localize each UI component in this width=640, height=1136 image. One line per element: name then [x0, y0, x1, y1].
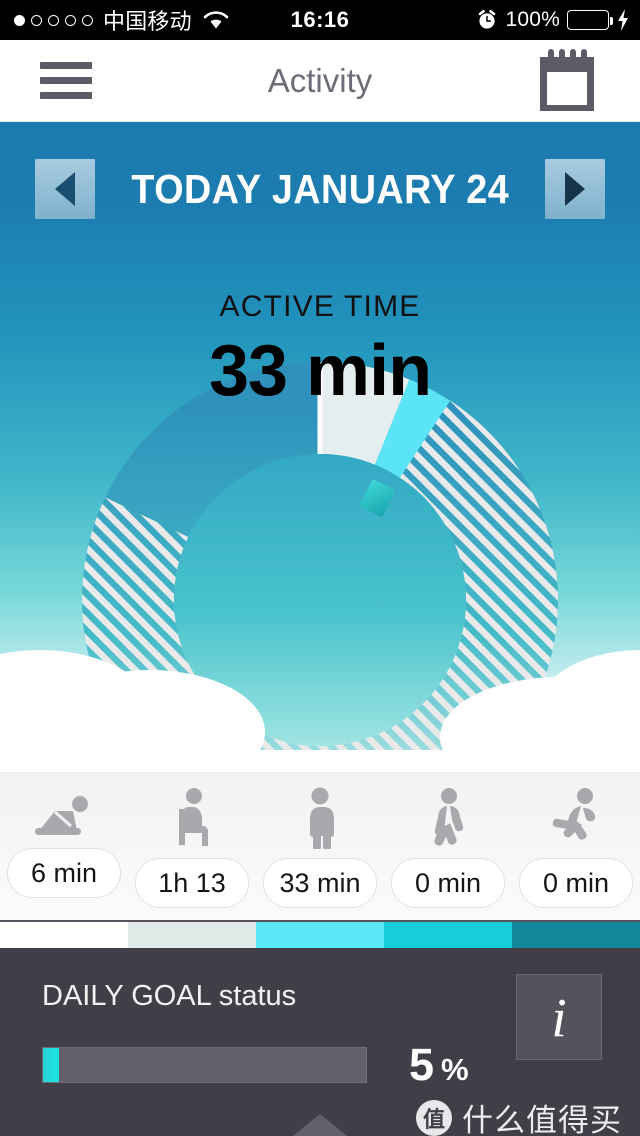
activity-item-running[interactable]: 0 min — [512, 787, 640, 908]
daily-goal-progress-bar — [42, 1047, 367, 1083]
activity-item-sitting[interactable]: 1h 13 — [128, 787, 256, 908]
legend-swatch-4 — [384, 922, 512, 948]
date-navigation-bar: TODAY JANUARY 24 — [0, 122, 640, 219]
cloud-decoration — [0, 650, 640, 772]
intensity-legend-bar — [0, 920, 640, 948]
watermark-text: 什么值得买 — [462, 1103, 622, 1136]
activity-value-running[interactable]: 0 min — [519, 858, 633, 908]
current-date-label: TODAY JANUARY 24 — [131, 165, 509, 212]
lightning-bolt-icon — [618, 9, 628, 31]
person-running-icon — [552, 788, 596, 840]
legend-swatch-3 — [256, 922, 384, 948]
activity-summary-strip: 6 min 1h 13 33 min 0 min 0 min — [0, 772, 640, 920]
info-button[interactable]: i — [516, 974, 602, 1060]
activity-item-walking[interactable]: 0 min — [384, 787, 512, 908]
person-sitting-icon — [179, 788, 208, 846]
legend-swatch-2 — [128, 922, 256, 948]
person-walking-icon — [434, 788, 464, 846]
left-triangle-icon — [54, 172, 75, 206]
activity-item-sleeping[interactable]: 6 min — [0, 787, 128, 908]
status-bar: 中国移动 16:16 100% — [0, 0, 640, 40]
activity-value-sleeping[interactable]: 6 min — [7, 848, 121, 898]
activity-value-standing[interactable]: 33 min — [263, 858, 377, 908]
activity-hero-panel: TODAY JANUARY 24 ACTIVE TIME 33 min — [0, 122, 640, 772]
daily-goal-footer: DAILY GOAL status 5 % i 值 什么值得买 — [0, 948, 640, 1136]
activity-item-standing[interactable]: 33 min — [256, 787, 384, 908]
active-time-label: ACTIVE TIME — [219, 290, 421, 323]
next-day-button[interactable] — [545, 159, 606, 219]
daily-goal-progress-fill — [43, 1048, 60, 1082]
right-triangle-icon — [565, 172, 586, 206]
percent-number: 5 — [409, 1039, 435, 1090]
legend-swatch-5 — [512, 922, 640, 948]
alarm-clock-icon — [479, 9, 496, 29]
info-i-icon: i — [551, 986, 567, 1048]
percent-symbol: % — [441, 1052, 469, 1087]
battery-icon — [567, 10, 613, 30]
up-triangle-handle-icon[interactable] — [278, 1114, 362, 1136]
activity-value-sitting[interactable]: 1h 13 — [135, 858, 249, 908]
person-lying-icon — [35, 796, 88, 835]
status-bar-right: 100% — [476, 8, 640, 32]
watermark: 值 什么值得买 — [416, 1095, 622, 1136]
calendar-notepad-icon[interactable] — [536, 47, 598, 115]
navigation-bar: Activity — [0, 40, 640, 122]
battery-percent-label: 100% — [505, 8, 560, 31]
daily-goal-percent: 5 % — [409, 1039, 469, 1091]
previous-day-button[interactable] — [34, 159, 95, 219]
legend-swatch-1 — [0, 922, 128, 948]
watermark-logo: 值 — [416, 1099, 452, 1136]
person-standing-icon — [310, 787, 334, 849]
activity-value-walking[interactable]: 0 min — [391, 858, 505, 908]
